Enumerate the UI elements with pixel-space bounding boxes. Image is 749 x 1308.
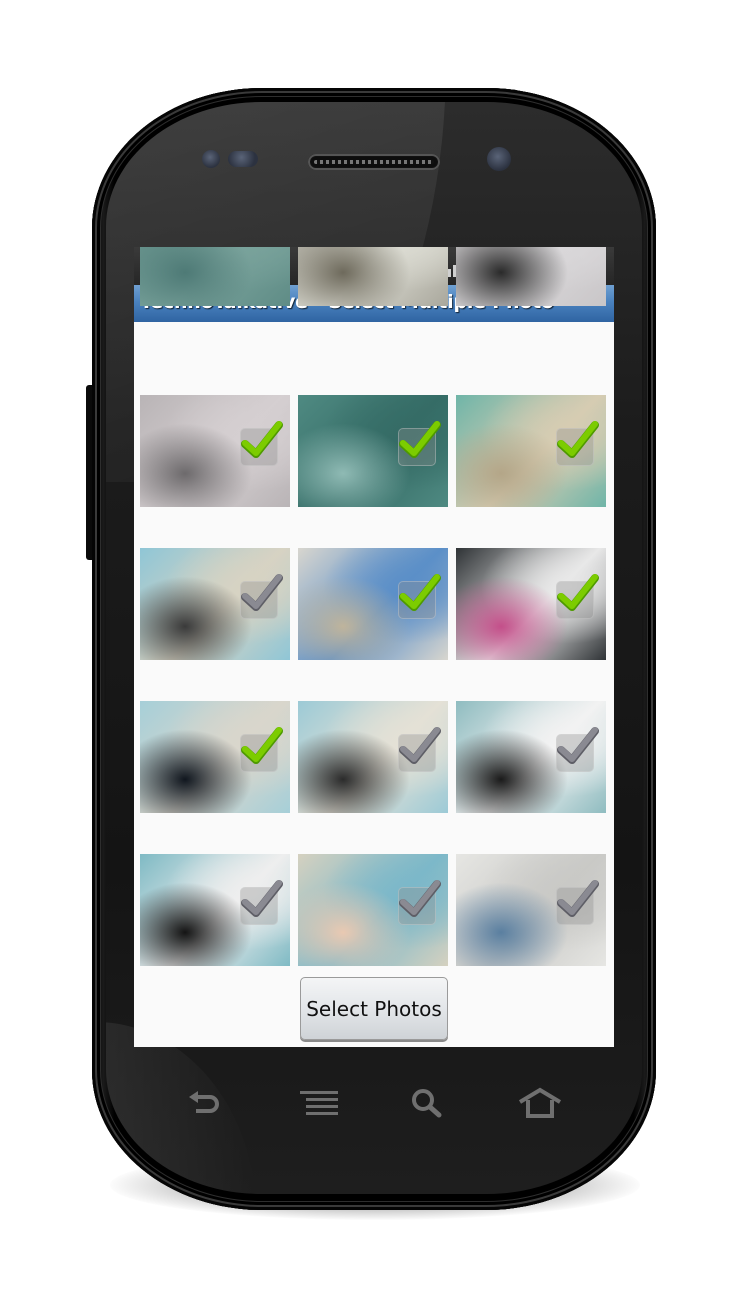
photo-thumbnail[interactable]	[298, 701, 448, 813]
screen: 6:53 PM TechnoTalkative - Select Multipl…	[134, 247, 614, 1047]
checkmark-icon	[557, 727, 599, 764]
checkbox-unchecked[interactable]	[240, 880, 283, 925]
photo-thumbnail[interactable]	[456, 548, 606, 660]
photo-thumbnail[interactable]	[456, 701, 606, 813]
home-key[interactable]	[515, 1083, 565, 1123]
checkmark-icon	[241, 574, 283, 611]
checkbox-checked[interactable]	[556, 574, 599, 619]
search-key[interactable]	[402, 1083, 452, 1123]
checkbox-unchecked[interactable]	[556, 727, 599, 772]
front-camera	[487, 147, 511, 171]
checkbox-checked[interactable]	[398, 574, 441, 619]
select-photos-button[interactable]: Select Photos	[300, 977, 448, 1040]
checkmark-icon	[399, 421, 441, 458]
photo-thumbnail[interactable]	[456, 854, 606, 966]
checkmark-icon	[557, 880, 599, 917]
checkmark-icon	[399, 727, 441, 764]
checkmark-icon	[557, 421, 599, 458]
photo-thumbnail[interactable]	[456, 395, 606, 507]
checkmark-icon	[399, 574, 441, 611]
checkmark-icon	[241, 421, 283, 458]
checkbox-unchecked[interactable]	[556, 880, 599, 925]
checkbox-unchecked[interactable]	[240, 574, 283, 619]
photo-thumbnail[interactable]	[298, 854, 448, 966]
photo-thumbnail[interactable]	[140, 701, 290, 813]
checkmark-icon	[241, 880, 283, 917]
checkmark-icon	[241, 727, 283, 764]
search-icon	[412, 1089, 442, 1118]
photo-thumbnail[interactable]	[140, 548, 290, 660]
hardware-keys	[180, 1083, 580, 1123]
menu-key[interactable]	[294, 1083, 344, 1123]
back-key[interactable]	[180, 1083, 230, 1123]
photo-thumbnail[interactable]	[298, 548, 448, 660]
checkmark-icon	[399, 880, 441, 917]
checkmark-icon	[557, 574, 599, 611]
photo-image	[298, 247, 448, 306]
checkbox-unchecked[interactable]	[398, 727, 441, 772]
earpiece-speaker	[308, 154, 440, 170]
photo-thumbnail[interactable]	[456, 247, 606, 306]
photo-thumbnail[interactable]	[140, 247, 290, 306]
photo-image	[456, 247, 606, 306]
photo-thumbnail[interactable]	[140, 854, 290, 966]
checkbox-unchecked[interactable]	[398, 880, 441, 925]
proximity-sensor	[202, 150, 220, 168]
checkbox-checked[interactable]	[556, 421, 599, 466]
photo-thumbnail[interactable]	[140, 395, 290, 507]
checkbox-checked[interactable]	[240, 421, 283, 466]
checkbox-checked[interactable]	[240, 727, 283, 772]
home-icon	[518, 1087, 562, 1118]
menu-lines-icon	[300, 1091, 338, 1115]
checkbox-checked[interactable]	[398, 421, 441, 466]
photo-thumbnail[interactable]	[298, 247, 448, 306]
photo-image	[140, 247, 290, 306]
back-arrow-icon	[189, 1091, 219, 1113]
light-sensor	[228, 151, 258, 167]
photo-thumbnail[interactable]	[298, 395, 448, 507]
